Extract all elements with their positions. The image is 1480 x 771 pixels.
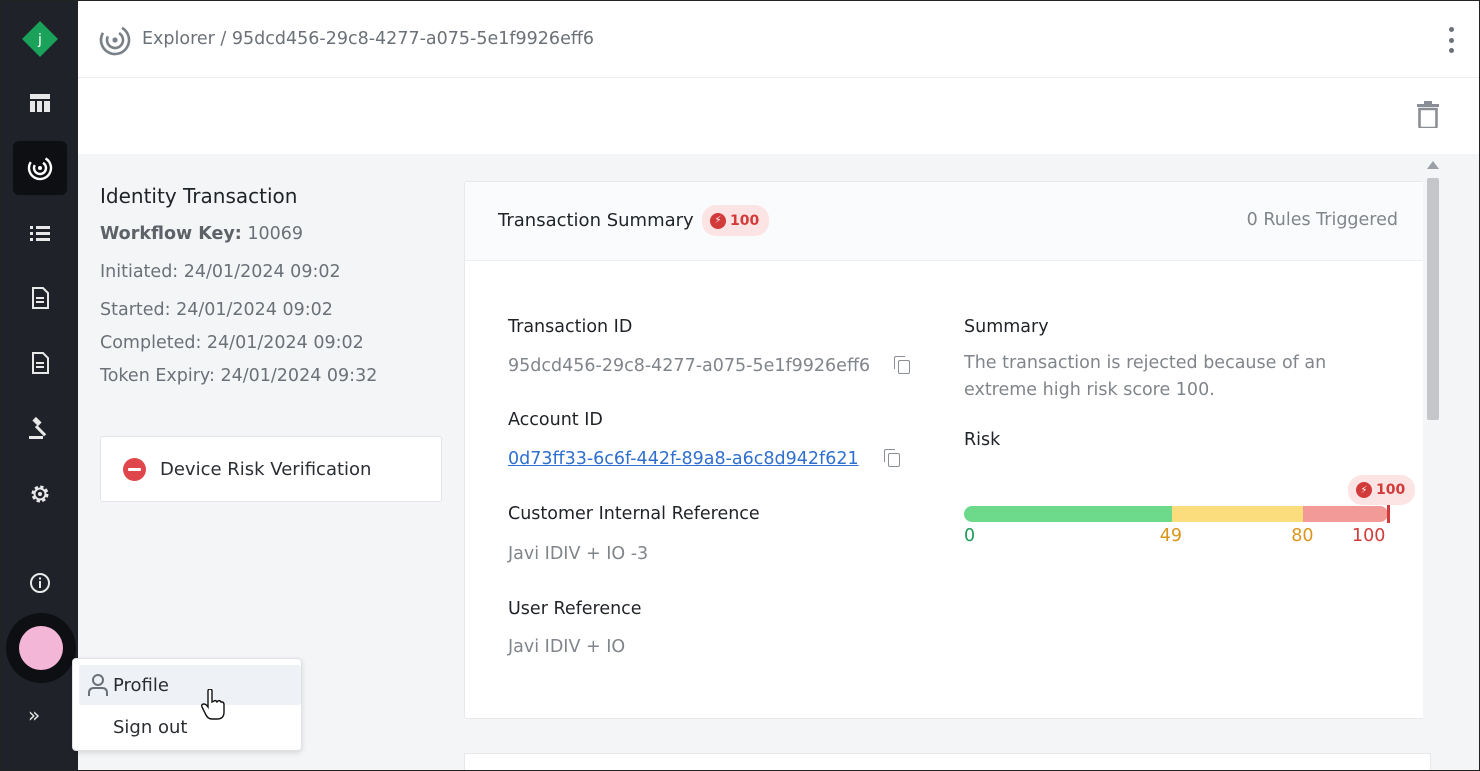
gavel-icon [29, 416, 47, 439]
app-window: j » Explorer / 95dcd456-29c8-4277-a075-5… [0, 0, 1480, 771]
sidebar: j » [1, 1, 78, 770]
score-badge-value: 100 [730, 212, 760, 229]
radar-icon [27, 155, 53, 181]
sidebar-item-dashboard[interactable] [13, 76, 67, 130]
workflow-key-label: Workflow Key: [100, 224, 242, 244]
user-avatar-button[interactable] [6, 613, 76, 683]
workflow-key-value: 10069 [247, 224, 304, 244]
transaction-id-value: 95dcd456-29c8-4277-a075-5e1f9926eff6 [508, 356, 871, 376]
risk-tick-49: 49 [1159, 526, 1183, 546]
customer-ref-label: Customer Internal Reference [508, 504, 760, 524]
summary-label: Summary [964, 317, 1049, 337]
gear-icon [31, 485, 49, 503]
logo-letter: j [37, 32, 42, 48]
toolbar [78, 78, 1479, 154]
expand-sidebar-button[interactable]: » [28, 703, 40, 727]
hand-cursor-icon [201, 689, 225, 720]
kebab-menu-icon[interactable] [1447, 27, 1455, 53]
breadcrumb: Explorer / 95dcd456-29c8-4277-a075-5e1f9… [142, 29, 595, 49]
menu-item-profile[interactable]: Profile [79, 665, 301, 705]
logo-icon[interactable]: j [21, 20, 59, 58]
top-header: Explorer / 95dcd456-29c8-4277-a075-5e1f9… [78, 1, 1479, 78]
initiated-time: Initiated: 24/01/2024 09:02 [100, 262, 341, 282]
verification-label: Device Risk Verification [160, 458, 372, 480]
avatar [19, 626, 63, 670]
risk-tick-0: 0 [964, 526, 976, 546]
completed-time: Completed: 24/01/2024 09:02 [100, 333, 364, 353]
scroll-up-arrow-icon[interactable] [1427, 161, 1439, 169]
copy-icon[interactable] [894, 356, 910, 374]
risk-label: Risk [964, 430, 1001, 450]
started-time: Started: 24/01/2024 09:02 [100, 300, 333, 320]
trash-icon[interactable] [1417, 101, 1439, 128]
sidebar-item-rules[interactable] [13, 401, 67, 455]
token-expiry-time: Token Expiry: 24/01/2024 09:32 [100, 366, 378, 386]
account-id-label: Account ID [508, 410, 603, 430]
user-menu: Profile Sign out [72, 658, 302, 751]
sidebar-item-documents[interactable] [13, 271, 67, 325]
transaction-title: Identity Transaction [100, 184, 298, 208]
risk-score-marker [1387, 505, 1390, 523]
profile-label: Profile [113, 674, 169, 696]
card-header: Transaction Summary ⚡ 100 0 Rules Trigge… [465, 182, 1430, 261]
summary-text: The transaction is rejected because of a… [964, 353, 1327, 400]
copy-icon[interactable] [884, 449, 900, 467]
sidebar-item-settings[interactable] [13, 467, 67, 521]
risk-segment-medium [1171, 506, 1304, 522]
user-ref-label: User Reference [508, 599, 642, 619]
bolt-icon: ⚡ [1356, 482, 1372, 498]
document-icon [32, 287, 49, 309]
person-icon [88, 674, 108, 696]
bolt-icon: ⚡ [710, 212, 726, 229]
user-ref-value: Javi IDIV + IO [508, 637, 626, 657]
customer-ref-value: Javi IDIV + IO -3 [508, 544, 649, 564]
risk-meter [964, 506, 1388, 522]
document-icon [32, 352, 49, 374]
score-badge: ⚡ 100 [702, 205, 770, 236]
info-icon [30, 573, 50, 593]
risk-tick-80: 80 [1291, 526, 1314, 546]
transaction-info-panel: Identity Transaction Workflow Key: 10069… [100, 184, 445, 393]
sidebar-item-explorer[interactable] [13, 141, 67, 195]
risk-segment-high [1303, 506, 1388, 522]
workflow-key: Workflow Key: 10069 [100, 218, 445, 251]
scrollbar-thumb[interactable] [1427, 178, 1439, 420]
next-card [464, 753, 1431, 770]
risk-tick-100: 100 [1352, 526, 1386, 546]
sign-out-label: Sign out [113, 716, 188, 738]
risk-segment-low [964, 506, 1172, 522]
transaction-summary-card: Transaction Summary ⚡ 100 0 Rules Trigge… [464, 181, 1431, 719]
risk-badge-value: 100 [1376, 482, 1406, 498]
device-risk-verification-card[interactable]: Device Risk Verification [100, 436, 442, 502]
account-id-link[interactable]: 0d73ff33-6c6f-442f-89a8-a6c8d942f621 [508, 449, 859, 469]
risk-score-badge: ⚡ 100 [1348, 475, 1416, 505]
transaction-id-label: Transaction ID [508, 317, 633, 337]
dashboard-icon [30, 94, 50, 112]
radar-icon [99, 24, 131, 56]
sidebar-item-info[interactable] [13, 556, 67, 610]
menu-item-sign-out[interactable]: Sign out [79, 707, 301, 747]
rules-triggered: 0 Rules Triggered [1246, 210, 1398, 230]
sidebar-item-list[interactable] [13, 206, 67, 260]
sidebar-item-reports[interactable] [13, 336, 67, 390]
list-icon [30, 226, 50, 241]
failed-status-icon [123, 457, 146, 481]
card-title: Transaction Summary [498, 210, 694, 231]
